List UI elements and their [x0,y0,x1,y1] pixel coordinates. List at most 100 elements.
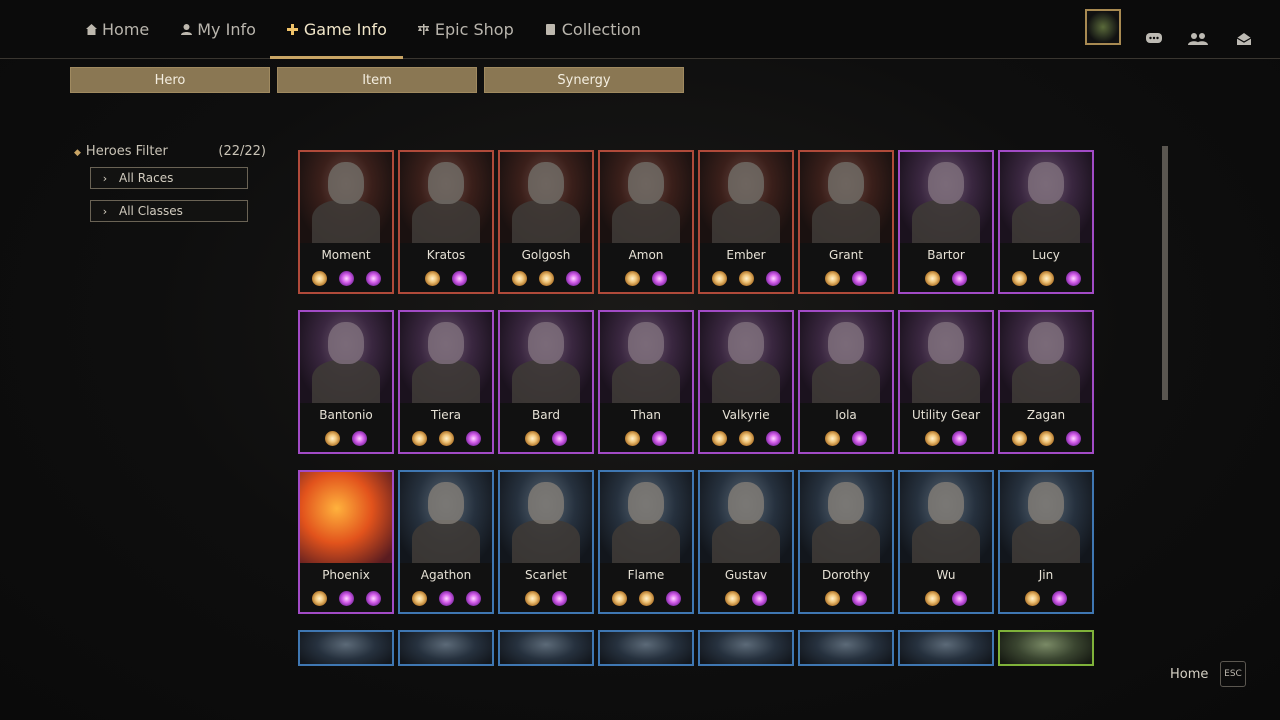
hero-card[interactable]: Lucy [998,150,1094,294]
hero-card[interactable]: Moment [298,150,394,294]
hero-synergy-icons [300,425,392,452]
heroes-filter-count: (22/22) [218,144,266,159]
portrait-head [528,482,564,524]
hero-card[interactable]: Kratos [398,150,494,294]
footer-home-label: Home [1170,667,1209,682]
hero-name: Gustav [700,563,792,585]
hero-card[interactable]: Flame [598,470,694,614]
hero-name: Bantonio [300,403,392,425]
portrait-body [312,360,380,406]
synergy-race-icon [552,431,567,446]
hero-name: Kratos [400,243,492,265]
hero-grid: Moment Kratos Golgosh Amon Ember Grant Bartor L… [298,150,1098,666]
hero-synergy-icons [500,425,592,452]
hero-card[interactable] [798,630,894,666]
hero-grid-scrollbar[interactable] [1162,146,1168,400]
hero-portrait [500,152,592,246]
nav-my-info[interactable]: My Info [179,0,256,58]
nav-epic-shop[interactable]: Epic Shop [417,0,514,58]
nav-home[interactable]: Home [84,0,149,58]
esc-key-button[interactable]: ESC [1220,661,1246,687]
synergy-race-icon [1065,271,1081,286]
synergy-class-icon [711,431,727,446]
book-icon [544,22,558,36]
synergy-race-icon [765,431,781,446]
synergy-class-icon [325,431,340,446]
classes-filter-dropdown[interactable]: › All Classes [90,200,248,222]
hero-card[interactable] [598,630,694,666]
hero-card[interactable]: Phoenix [298,470,394,614]
synergy-race-icon [765,271,781,286]
portrait-body [812,360,880,406]
synergy-class-icon [725,591,740,606]
chevron-right-icon: › [102,171,108,185]
hero-card[interactable]: Grant [798,150,894,294]
hero-portrait [900,312,992,406]
nav-home-label: Home [102,19,150,39]
hero-card[interactable]: Bard [498,310,594,454]
synergy-class-icon [411,591,427,606]
hero-card[interactable]: Golgosh [498,150,594,294]
hero-card[interactable] [998,630,1094,666]
synergy-race-icon [652,431,667,446]
mail-icon[interactable] [1233,30,1255,48]
hero-portrait [800,152,892,246]
cross-icon [286,22,300,36]
hero-portrait [700,312,792,406]
hero-card[interactable]: Zagan [998,310,1094,454]
hero-card[interactable] [498,630,594,666]
hero-portrait [600,152,692,246]
hero-portrait [500,632,592,664]
synergy-race-icon [352,431,367,446]
synergy-race-icon [452,271,467,286]
hero-card[interactable]: Valkyrie [698,310,794,454]
tab-item[interactable]: Item [277,67,477,93]
hero-card[interactable]: Gustav [698,470,794,614]
hero-card[interactable]: Than [598,310,694,454]
nav-game-info[interactable]: Game Info [269,0,403,59]
hero-card[interactable]: Wu [898,470,994,614]
hero-card[interactable] [398,630,494,666]
nav-collection[interactable]: Collection [544,0,641,58]
hero-synergy-icons [600,425,692,452]
synergy-class-icon [438,431,454,446]
friends-icon[interactable] [1187,30,1209,48]
hero-card[interactable]: Agathon [398,470,494,614]
hero-portrait [300,472,392,563]
hero-card[interactable]: Utility Gear [898,310,994,454]
hero-portrait [900,152,992,246]
portrait-head [528,322,564,364]
portrait-body [912,200,980,246]
portrait-body [412,360,480,406]
hero-portrait [1000,152,1092,246]
hero-portrait [1000,472,1092,566]
portrait-head [328,162,364,204]
portrait-head [428,482,464,524]
heroes-filter-title-wrap: ◆ Heroes Filter [74,144,168,159]
hero-card[interactable] [298,630,394,666]
hero-card[interactable]: Amon [598,150,694,294]
hero-card[interactable]: Scarlet [498,470,594,614]
hero-portrait [400,632,492,664]
hero-name: Moment [300,243,392,265]
synergy-class-icon [625,431,640,446]
chat-icon[interactable] [1143,30,1165,48]
hero-name: Grant [800,243,892,265]
hero-card[interactable]: Iola [798,310,894,454]
hero-card[interactable]: Bartor [898,150,994,294]
hero-card[interactable]: Tiera [398,310,494,454]
nav-game-info-label: Game Info [303,19,387,39]
hero-card[interactable] [698,630,794,666]
hero-synergy-icons [300,585,392,612]
hero-card[interactable]: Jin [998,470,1094,614]
hero-card[interactable] [898,630,994,666]
portrait-body [612,520,680,566]
synergy-class-icon [738,271,754,286]
profile-avatar[interactable] [1085,9,1121,45]
hero-card[interactable]: Ember [698,150,794,294]
tab-synergy[interactable]: Synergy [484,67,684,93]
hero-card[interactable]: Bantonio [298,310,394,454]
hero-card[interactable]: Dorothy [798,470,894,614]
tab-hero[interactable]: Hero [70,67,270,93]
races-filter-dropdown[interactable]: › All Races [90,167,248,189]
